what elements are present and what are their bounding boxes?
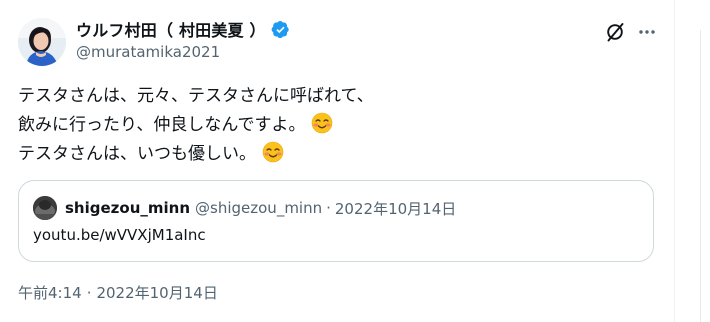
quoted-author-name[interactable]: shigezou_minn	[65, 199, 190, 217]
smiling-face-blush-emoji-icon	[262, 141, 284, 163]
quoted-author-avatar[interactable]	[33, 196, 57, 220]
quoted-author-handle[interactable]: @shigezou_minn	[195, 199, 322, 217]
tweet-text-line: テスタさんは、いつも優しい。	[18, 140, 374, 169]
tweet-card: ウルフ村田（ 村田美夏 ） @muratamika2021 テスタさんは、元々、…	[0, 0, 674, 322]
timestamp-separator: ·	[86, 283, 92, 302]
smiling-face-blush-emoji-icon	[311, 112, 333, 134]
author-display-name[interactable]: ウルフ村田（ 村田美夏 ）	[76, 17, 266, 41]
tweet-date[interactable]: 2022年10月14日	[96, 282, 217, 303]
grok-icon	[604, 23, 626, 47]
more-dots-icon	[636, 28, 658, 47]
author-handle[interactable]: @muratamika2021	[76, 43, 220, 61]
quoted-tweet-header: shigezou_minn @shigezou_minn · 2022年10月1…	[65, 197, 456, 219]
tweet-text-line: テスタさんは、元々、テスタさんに呼ばれて、	[18, 86, 374, 106]
verified-badge-icon[interactable]	[271, 20, 290, 39]
quoted-separator: ·	[326, 199, 331, 217]
author-name-row: ウルフ村田（ 村田美夏 ）	[76, 18, 290, 40]
tweet-time[interactable]: 午前4:14	[18, 282, 82, 303]
quoted-tweet-card[interactable]: shigezou_minn @shigezou_minn · 2022年10月1…	[18, 180, 654, 262]
quoted-tweet-text[interactable]: youtu.be/wVVXjM1aInc	[33, 226, 206, 244]
tweet-text: テスタさんは、元々、テスタさんに呼ばれて、 飲みに行ったり、仲良しなんですよ。 …	[18, 82, 374, 169]
tweet-text-line: 飲みに行ったり、仲良しなんですよ。	[18, 111, 374, 140]
author-avatar[interactable]	[18, 18, 66, 66]
sidebar-gutter	[675, 0, 710, 322]
tweet-timestamp[interactable]: 午前4:14 · 2022年10月14日	[18, 282, 218, 303]
more-options-button[interactable]	[636, 21, 658, 43]
scrollbar-track[interactable]	[700, 30, 701, 322]
grok-button[interactable]	[604, 21, 626, 43]
quoted-tweet-date[interactable]: 2022年10月14日	[335, 198, 456, 219]
